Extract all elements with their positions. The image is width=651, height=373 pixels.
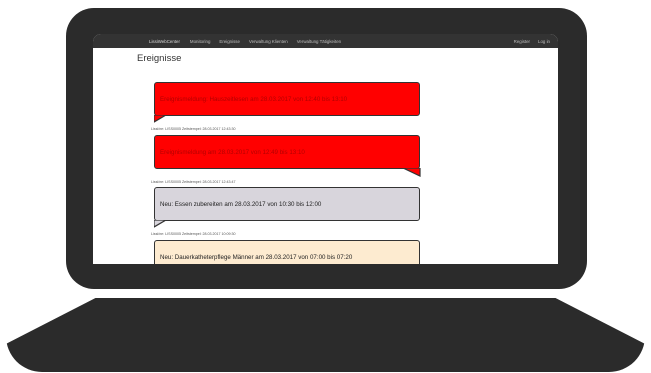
event-meta: Lissi/ne: LISS0005 Zeitstempel: 28.03.20…: [151, 180, 236, 184]
bubble-tail: [154, 115, 168, 123]
bubble-tail: [154, 220, 168, 228]
nav-link-ereignisse[interactable]: Ereignisse: [219, 39, 240, 44]
laptop-base: [6, 298, 645, 372]
nav-link-taetigkeiten[interactable]: Verwaltung Tätigkeiten: [297, 39, 341, 44]
event-bubble[interactable]: Neu: Essen zubereiten am 28.03.2017 von …: [154, 187, 420, 221]
nav-link-klienten[interactable]: Verwaltung Klienten: [249, 39, 288, 44]
login-link[interactable]: Log in: [538, 39, 550, 44]
event-bubble[interactable]: Ereignismeldung: Hauszeitlesen am 28.03.…: [154, 82, 420, 116]
navbar: LissiWebCenter Monitoring Ereignisse Ver…: [93, 34, 558, 48]
event-bubble[interactable]: Neu: Dauerkatheterpflege Männer am 28.03…: [154, 240, 420, 264]
event-bubble[interactable]: Ereignismeldung am 28.03.2017 von 12:49 …: [154, 135, 420, 169]
brand-link[interactable]: LissiWebCenter: [149, 39, 180, 44]
bubble-tail: [403, 168, 421, 177]
event-text: Ereignismeldung am 28.03.2017 von 12:49 …: [160, 148, 305, 156]
register-link[interactable]: Register: [514, 39, 530, 44]
nav-link-monitoring[interactable]: Monitoring: [190, 39, 211, 44]
page-title: Ereignisse: [137, 53, 182, 64]
event-meta: Lissi/ne: LISS0005 Zeitstempel: 28.03.20…: [151, 127, 236, 131]
event-meta: Lissi/ne: LISS0005 Zeitstempel: 28.03.20…: [151, 232, 236, 236]
laptop-screen: LissiWebCenter Monitoring Ereignisse Ver…: [93, 34, 558, 264]
event-text: Ereignismeldung: Hauszeitlesen am 28.03.…: [160, 95, 348, 103]
event-text: Neu: Dauerkatheterpflege Männer am 28.03…: [160, 253, 353, 261]
event-text: Neu: Essen zubereiten am 28.03.2017 von …: [160, 200, 322, 208]
